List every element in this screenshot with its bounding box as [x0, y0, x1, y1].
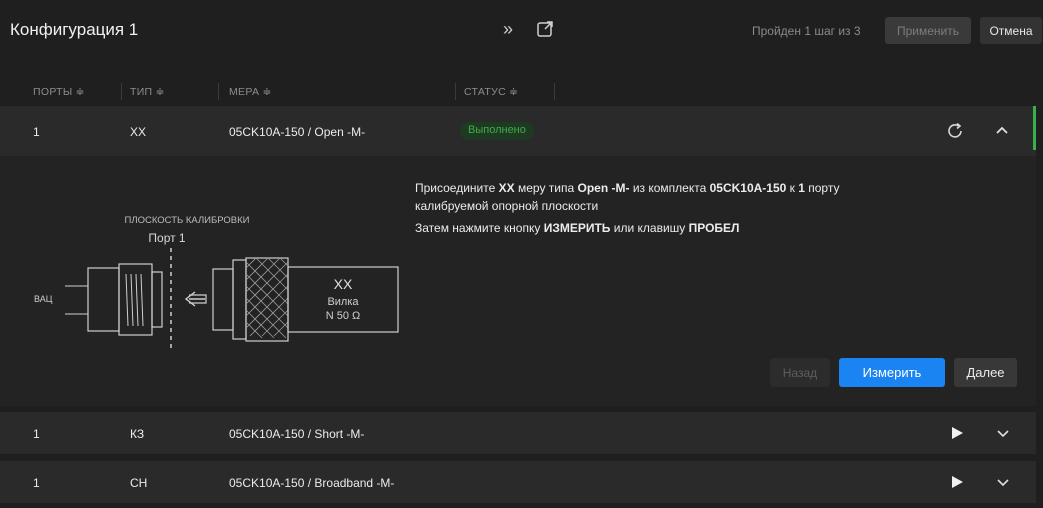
table-row[interactable]: 1 CH 05CK10A-150 / Broadband -M-: [0, 461, 1036, 503]
measure-cell: 05CK10A-150 / Short -M-: [229, 427, 365, 441]
instruction-text: Присоедините: [415, 181, 499, 195]
column-divider: [218, 83, 219, 100]
apply-button[interactable]: Применить: [885, 17, 971, 44]
play-icon[interactable]: [950, 426, 964, 440]
refresh-icon[interactable]: [945, 121, 965, 141]
standard-connector-label: N 50 Ω: [326, 310, 361, 322]
instruction-text: порту: [804, 181, 840, 195]
instruction-standard-name: Open -M-: [577, 181, 630, 195]
instruction-text: к: [786, 181, 799, 195]
instruction-port-number: 1: [798, 181, 805, 195]
type-cell: КЗ: [130, 427, 145, 441]
arrow-left-icon: [184, 291, 205, 307]
vna-label: ВАЦ: [34, 294, 53, 304]
next-button[interactable]: Далее: [954, 358, 1017, 387]
chevron-down-icon[interactable]: [996, 475, 1010, 489]
port-cell: 1: [33, 125, 40, 139]
calibration-plane-label: ПЛОСКОСТЬ КАЛИБРОВКИ: [125, 215, 250, 226]
instruction-line-2: калибруемой опорной плоскости: [415, 199, 599, 213]
popout-icon[interactable]: [536, 20, 554, 38]
connection-diagram: ПЛОСКОСТЬ КАЛИБРОВКИ Порт 1 ВАЦ XX Вилка…: [34, 215, 399, 352]
measure-cell: 05CK10A-150 / Open -M-: [229, 125, 366, 139]
port-cell: 1: [33, 476, 40, 490]
column-header-status[interactable]: СТАТУС ≑: [464, 86, 518, 98]
column-header-measure[interactable]: МЕРА ≑: [229, 86, 272, 98]
table-row[interactable]: 1 КЗ 05CK10A-150 / Short -M-: [0, 412, 1036, 454]
table-row[interactable]: 1 XX 05CK10A-150 / Open -M- Выполнено: [0, 106, 1036, 156]
vna-connector-body: [87, 267, 120, 332]
measure-button[interactable]: Измерить: [839, 358, 945, 387]
column-divider: [121, 83, 122, 100]
steps-progress-text: Пройден 1 шаг из 3: [752, 24, 861, 38]
instruction-text: Затем нажмите кнопку: [415, 221, 544, 235]
instruction-key-measure: ИЗМЕРИТЬ: [543, 221, 611, 235]
play-icon[interactable]: [950, 475, 964, 489]
instruction-kit-name: 05CK10A-150: [709, 181, 787, 195]
measure-cell: 05CK10A-150 / Broadband -M-: [229, 476, 395, 490]
standard-connector-nut: [212, 268, 234, 331]
chevron-down-icon[interactable]: [996, 426, 1010, 440]
column-divider: [554, 83, 555, 100]
instruction-standard-type: XX: [498, 181, 515, 195]
cancel-button[interactable]: Отмена: [980, 17, 1042, 44]
column-header-ports[interactable]: ПОРТЫ ≑: [33, 86, 85, 98]
top-bar: Конфигурация 1 » Пройден 1 шаг из 3 Прим…: [0, 0, 1043, 60]
expand-icon[interactable]: »: [503, 19, 513, 40]
active-indicator: [1033, 106, 1036, 150]
status-badge: Выполнено: [460, 122, 534, 140]
standard-type-label: XX: [334, 276, 353, 292]
instruction-text: меру типа: [514, 181, 578, 195]
instruction-line-1: Присоедините XX меру типа Open -M- из ко…: [415, 181, 839, 195]
instruction-text: из комплекта: [629, 181, 710, 195]
chevron-up-icon[interactable]: [994, 123, 1010, 139]
instruction-line-3: Затем нажмите кнопку ИЗМЕРИТЬ или клавиш…: [415, 221, 739, 235]
standard-gender-label: Вилка: [327, 296, 359, 308]
type-cell: CH: [130, 476, 148, 490]
instruction-text: или клавишу: [610, 221, 689, 235]
port-label: Порт 1: [148, 231, 186, 245]
port-cell: 1: [33, 427, 40, 441]
column-header-type[interactable]: ТИП ≑: [130, 86, 165, 98]
page-title: Конфигурация 1: [10, 20, 139, 39]
expanded-step-panel: ПЛОСКОСТЬ КАЛИБРОВКИ Порт 1 ВАЦ XX Вилка…: [0, 156, 1036, 406]
back-button[interactable]: Назад: [770, 358, 830, 387]
column-divider: [455, 83, 456, 100]
type-cell: XX: [130, 125, 147, 139]
instruction-key-space: ПРОБЕЛ: [688, 221, 740, 235]
